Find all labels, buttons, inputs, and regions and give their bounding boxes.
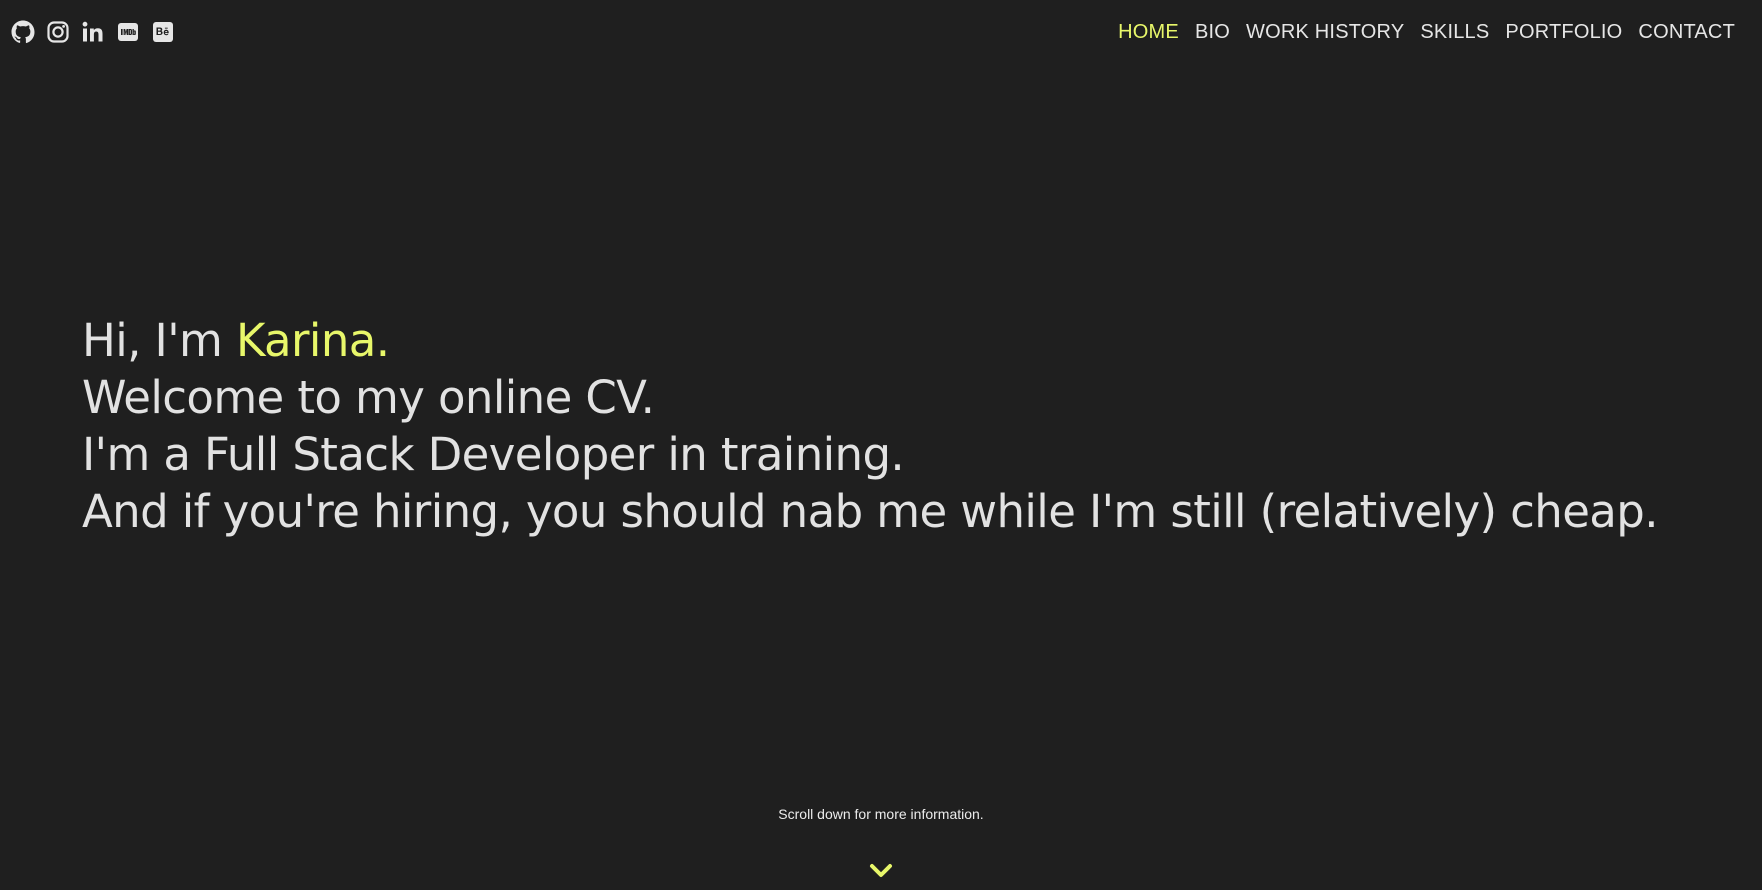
hero-pitch: And if you're hiring, you should nab me … [82,485,1659,538]
hero-intro: Hi, I'm Karina. Welcome to my online CV.… [82,312,1659,540]
scroll-hint: Scroll down for more information. [778,806,984,822]
behance-link[interactable] [151,19,175,45]
nav-item-skills[interactable]: SKILLS [1420,20,1489,44]
hero-name: Karina. [235,314,390,367]
behance-icon [153,22,173,42]
chevron-down-icon[interactable] [869,862,893,880]
main-nav: HOME BIO WORK HISTORY SKILLS PORTFOLIO C… [1102,20,1735,44]
hero-role: I'm a Full Stack Developer in training. [82,428,905,481]
nav-item-contact[interactable]: CONTACT [1638,20,1735,44]
nav-item-work-history[interactable]: WORK HISTORY [1246,20,1404,44]
imdb-link[interactable] [116,19,140,45]
github-link[interactable] [11,19,35,45]
nav-item-portfolio[interactable]: PORTFOLIO [1505,20,1622,44]
hero-greeting: Hi, I'm Karina. [82,312,1658,369]
greeting-prefix: Hi, I'm [82,314,236,367]
imdb-icon [118,23,138,41]
hero-welcome: Welcome to my online CV. [82,371,655,424]
nav-item-bio[interactable]: BIO [1195,20,1230,44]
social-links [11,19,186,45]
github-icon [11,20,35,44]
top-bar: HOME BIO WORK HISTORY SKILLS PORTFOLIO C… [0,0,1762,64]
instagram-icon [47,21,69,43]
linkedin-icon [82,21,103,42]
instagram-link[interactable] [46,19,70,45]
linkedin-link[interactable] [81,19,105,45]
nav-item-home[interactable]: HOME [1118,20,1179,44]
page: HOME BIO WORK HISTORY SKILLS PORTFOLIO C… [0,0,1762,890]
